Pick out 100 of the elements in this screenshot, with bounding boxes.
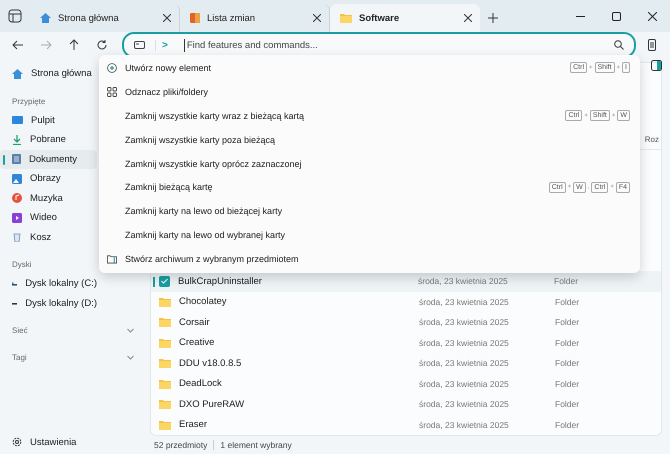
search-icon[interactable] bbox=[614, 40, 624, 50]
file-type: Folder bbox=[555, 296, 580, 307]
file-row[interactable]: Creative środa, 23 kwietnia 2025 Folder bbox=[151, 332, 661, 353]
selection-count: 1 element wybrany bbox=[220, 440, 292, 450]
file-type: Folder bbox=[555, 358, 580, 368]
file-date: środa, 23 kwietnia 2025 bbox=[419, 399, 510, 410]
command-item[interactable]: Odznacz pliki/foldery bbox=[99, 80, 640, 104]
tab[interactable]: Software bbox=[330, 4, 480, 32]
maximize-icon[interactable] bbox=[612, 12, 620, 20]
file-row[interactable]: DDU v18.0.8.5 środa, 23 kwietnia 2025 Folder bbox=[151, 353, 661, 374]
file-type: Folder bbox=[555, 399, 580, 410]
sidebar-label: Dokumenty bbox=[29, 154, 78, 165]
sidebar-label: Pulpit bbox=[31, 114, 55, 126]
command-item[interactable]: Zamknij wszystkie karty oprócz zaznaczonej bbox=[99, 152, 640, 176]
file-date: środa, 23 kwietnia 2025 bbox=[419, 420, 510, 430]
settings-item[interactable]: Ustawienia bbox=[0, 432, 144, 452]
sidebar-item[interactable]: Dysk lokalny (D:) bbox=[0, 294, 97, 313]
section-title: Tagi bbox=[12, 353, 27, 362]
command-label: Stwórz archiwum z wybranym przedmiotem bbox=[125, 254, 300, 264]
close-icon[interactable] bbox=[464, 14, 472, 22]
file-date: środa, 23 kwietnia 2025 bbox=[419, 378, 510, 389]
file-name: Eraser bbox=[179, 419, 208, 430]
folder-icon bbox=[340, 13, 352, 23]
section-title: Przypięte bbox=[12, 96, 46, 106]
file-row[interactable]: Chocolatey środa, 23 kwietnia 2025 Folder bbox=[151, 292, 661, 312]
sidebar-label: Dysk lokalny (C:) bbox=[25, 278, 97, 290]
sidebar-item[interactable]: Wideo bbox=[0, 208, 97, 228]
sidebar-label: Muzyka bbox=[30, 192, 63, 204]
download-icon bbox=[12, 134, 22, 145]
file-name: Creative bbox=[179, 337, 216, 348]
video-icon bbox=[12, 212, 22, 223]
command-item[interactable]: Stwórz archiwum z wybranym przedmiotem bbox=[99, 247, 640, 272]
file-name: Corsair bbox=[179, 316, 211, 328]
command-item[interactable]: Zamknij karty na lewo od wybranej karty bbox=[99, 223, 640, 248]
folder-icon bbox=[159, 338, 171, 348]
command-item[interactable]: Zamknij wszystkie karty poza bieżącą bbox=[99, 128, 640, 152]
command-label: Zamknij karty na lewo od bieżącej karty bbox=[125, 206, 284, 216]
command-item[interactable]: Zamknij karty na lewo od bieżącej karty bbox=[99, 199, 640, 224]
chevron-down-icon[interactable] bbox=[127, 327, 134, 334]
file-date: środa, 23 kwietnia 2025 bbox=[419, 358, 510, 368]
home-icon bbox=[12, 68, 23, 79]
selection-indicator bbox=[3, 154, 5, 164]
sidebar-label: Dysk lokalny (D:) bbox=[25, 298, 97, 309]
sidebar-item[interactable]: Pobrane bbox=[0, 130, 97, 150]
file-type: Folder bbox=[555, 420, 580, 430]
file-date: środa, 23 kwietnia 2025 bbox=[419, 296, 510, 307]
file-row[interactable]: Corsair środa, 23 kwietnia 2025 Folder bbox=[151, 312, 661, 332]
column-header[interactable]: Roz bbox=[644, 134, 659, 144]
sidebar-item[interactable]: Dokumenty bbox=[0, 150, 97, 169]
file-row[interactable]: BulkCrapUninstaller środa, 23 kwietnia 2025 Folder bbox=[151, 271, 661, 292]
details-pane-icon[interactable] bbox=[651, 60, 662, 71]
folder-icon bbox=[159, 378, 171, 389]
file-type: Folder bbox=[554, 276, 578, 286]
picture-icon bbox=[12, 174, 22, 184]
close-icon[interactable] bbox=[313, 14, 321, 22]
sidebar-label: Strona główna bbox=[31, 68, 92, 80]
sidebar-item[interactable]: Muzyka bbox=[0, 188, 97, 208]
tab-label: Lista zmian bbox=[207, 12, 256, 24]
command-input[interactable]: Find features and commands... bbox=[184, 38, 604, 52]
sidebar-label: Pobrane bbox=[30, 134, 66, 146]
settings-icon bbox=[12, 437, 22, 448]
file-row[interactable]: DXO PureRAW środa, 23 kwietnia 2025 Folder bbox=[151, 394, 661, 414]
sidebar-item[interactable]: Dysk lokalny (C:) bbox=[0, 274, 97, 294]
command-label: Zamknij bieżącą kartę bbox=[125, 182, 214, 192]
file-name: DXO PureRAW bbox=[179, 398, 246, 410]
folder-icon bbox=[159, 399, 171, 410]
new-tab-icon[interactable] bbox=[488, 13, 498, 23]
sidebar-item[interactable]: Pulpit bbox=[0, 110, 97, 130]
chevron-down-icon[interactable] bbox=[127, 354, 134, 361]
file-row[interactable]: DeadLock środa, 23 kwietnia 2025 Folder bbox=[151, 374, 661, 394]
command-label: Zamknij wszystkie karty wraz z bieżącą kartą bbox=[125, 110, 306, 121]
close-icon[interactable] bbox=[163, 14, 171, 22]
sidebar-item[interactable]: Obrazy bbox=[0, 169, 97, 188]
selection-indicator bbox=[153, 277, 155, 287]
file-date: środa, 23 kwietnia 2025 bbox=[419, 317, 510, 328]
command-label: Utwórz nowy element bbox=[125, 62, 212, 73]
file-row[interactable]: Eraser środa, 23 kwietnia 2025 Folder bbox=[151, 414, 661, 435]
archive-icon bbox=[107, 254, 117, 264]
file-type: Folder bbox=[555, 317, 580, 328]
recycle-bin-icon bbox=[12, 232, 22, 242]
file-name: BulkCrapUninstaller bbox=[178, 276, 263, 287]
tab-label: Strona główna bbox=[58, 12, 120, 24]
command-label: Zamknij karty na lewo od wybranej karty bbox=[125, 230, 286, 240]
tabs-icon[interactable] bbox=[8, 9, 22, 23]
sidebar-item[interactable]: Strona główna bbox=[0, 64, 97, 84]
checkbox[interactable] bbox=[159, 276, 170, 287]
sidebar-label: Ustawienia bbox=[30, 436, 76, 448]
address-mode-icon[interactable] bbox=[134, 41, 145, 49]
music-icon bbox=[12, 193, 22, 204]
file-date: środa, 23 kwietnia 2025 bbox=[419, 338, 510, 348]
section-title: Sieć bbox=[12, 326, 28, 335]
sidebar-item[interactable]: Kosz bbox=[0, 228, 97, 247]
book-icon bbox=[190, 13, 200, 23]
command-label: Zamknij wszystkie karty poza bieżącą bbox=[125, 134, 276, 145]
file-date: środa, 23 kwietnia 2025 bbox=[418, 276, 509, 286]
desktop-icon bbox=[12, 116, 23, 125]
home-icon bbox=[40, 13, 51, 23]
sidebar-label: Wideo bbox=[30, 212, 57, 224]
close-icon[interactable] bbox=[648, 12, 656, 20]
grid-icon bbox=[107, 86, 117, 97]
